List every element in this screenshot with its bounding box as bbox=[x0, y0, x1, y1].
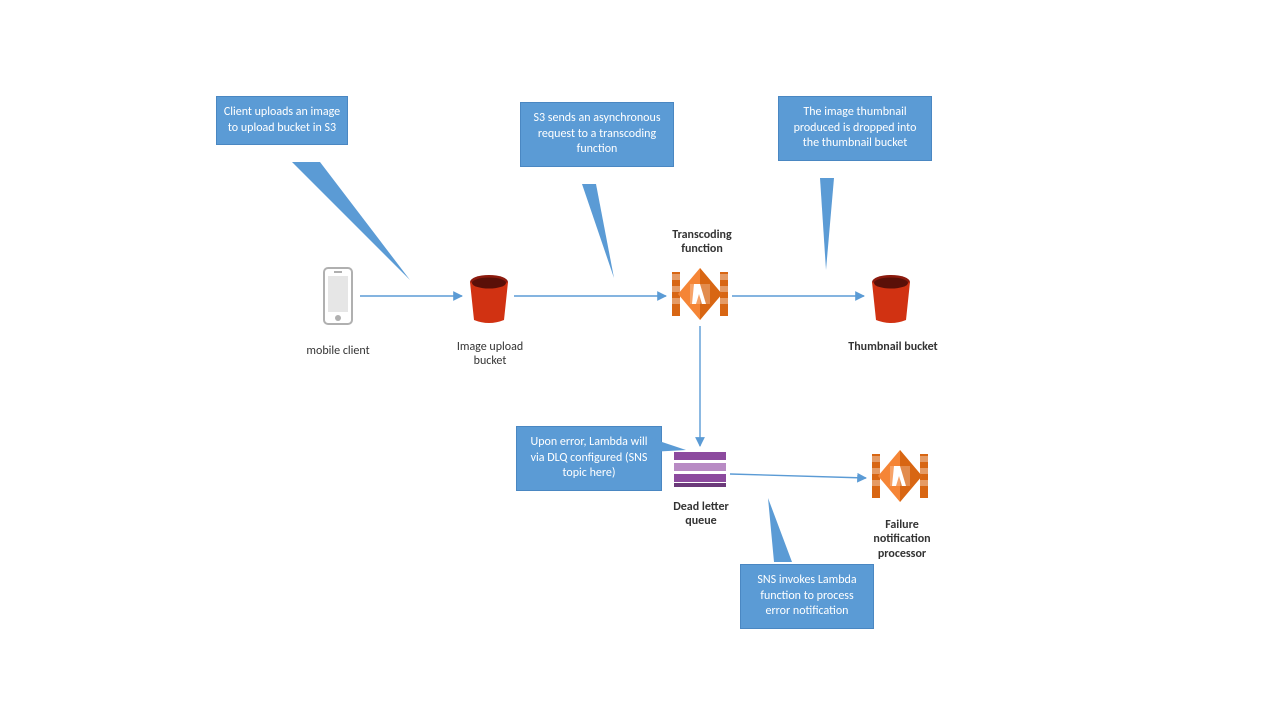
callout-upload: Client uploads an image to upload bucket… bbox=[216, 96, 348, 145]
lambda-icon bbox=[672, 266, 728, 322]
callout-sns-invoke: SNS invokes Lambda function to process e… bbox=[740, 564, 874, 629]
queue-icon bbox=[674, 452, 726, 492]
s3-bucket-icon bbox=[468, 274, 510, 324]
mobile-client-label: mobile client bbox=[298, 344, 378, 358]
callout-s3-invoke: S3 sends an asynchronous request to a tr… bbox=[520, 102, 674, 167]
s3-bucket-icon bbox=[870, 274, 912, 324]
failure-processor-label: Failure notification processor bbox=[856, 518, 948, 561]
mobile-phone-icon bbox=[320, 266, 356, 326]
thumbnail-bucket-label: Thumbnail bucket bbox=[846, 340, 940, 354]
upload-bucket-label: Image upload bucket bbox=[448, 340, 532, 369]
lambda-icon bbox=[872, 448, 928, 504]
callout-dlq: Upon error, Lambda will via DLQ configur… bbox=[516, 426, 662, 491]
dlq-label: Dead letter queue bbox=[666, 500, 736, 529]
callout-thumbnail: The image thumbnail produced is dropped … bbox=[778, 96, 932, 161]
transcoding-label: Transcoding function bbox=[660, 228, 744, 257]
